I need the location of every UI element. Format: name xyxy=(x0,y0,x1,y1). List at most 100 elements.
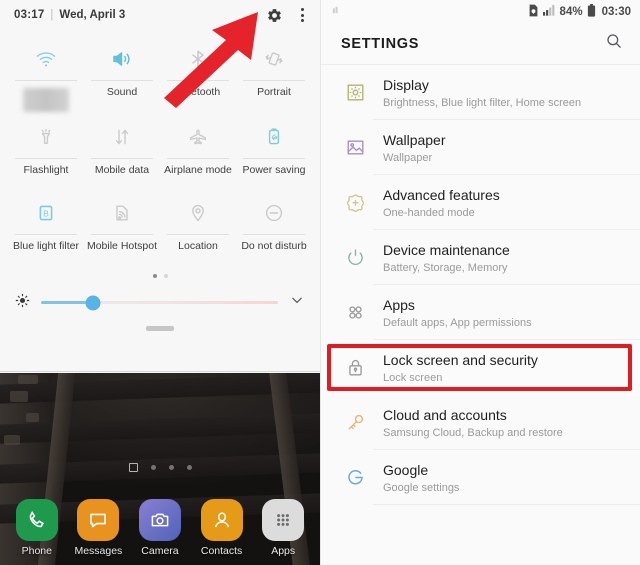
tile-row-1: Sound Bluetooth Portrait xyxy=(8,34,312,112)
tile-bluetooth[interactable]: Bluetooth xyxy=(160,34,236,112)
home-page-dot[interactable] xyxy=(150,465,156,470)
do-not-disturb-icon xyxy=(262,196,286,230)
list-divider xyxy=(373,504,640,505)
tile-divider xyxy=(243,234,305,235)
settings-item-google[interactable]: Google Google settings xyxy=(321,450,640,505)
tile-blue-light-filter[interactable]: B Blue light filter xyxy=(8,188,84,264)
mobile-data-icon xyxy=(110,120,134,154)
settings-item-cloud-and-accounts[interactable]: Cloud and accounts Samsung Cloud, Backup… xyxy=(321,395,640,450)
settings-item-subtitle: Google settings xyxy=(383,481,460,494)
lock-icon xyxy=(335,356,375,379)
settings-screen: 84% 03:30 SETTINGS Display Brightness, B… xyxy=(320,0,640,565)
tile-divider xyxy=(91,80,153,81)
tile-label-flashlight: Flashlight xyxy=(23,164,69,176)
tile-label-blue-light-filter: Blue light filter xyxy=(13,240,79,252)
screen-rotation-icon xyxy=(262,42,286,76)
settings-item-title: Lock screen and security xyxy=(383,351,538,368)
tile-location[interactable]: Location xyxy=(160,188,236,264)
settings-item-display[interactable]: Display Brightness, Blue light filter, H… xyxy=(321,65,640,120)
dock-app-contacts[interactable]: Contacts xyxy=(194,499,250,557)
tile-label-power-saving: Power saving xyxy=(242,164,306,176)
quick-settings-tile-grid: Sound Bluetooth Portrait Flashlight Mobi… xyxy=(0,30,320,278)
dock-label-phone: Phone xyxy=(21,545,52,557)
gear-icon[interactable] xyxy=(266,7,283,24)
sim-card-icon xyxy=(528,4,539,20)
brightness-slider[interactable] xyxy=(41,295,278,310)
wallpaper-icon xyxy=(335,136,375,159)
dock-app-apps[interactable]: Apps xyxy=(255,499,311,557)
location-pin-icon xyxy=(186,196,210,230)
tile-airplane-mode[interactable]: Airplane mode xyxy=(160,112,236,188)
home-page-dot[interactable] xyxy=(168,465,174,470)
home-page-dot[interactable] xyxy=(186,465,192,470)
home-page-icon[interactable] xyxy=(128,463,138,472)
home-page-indicator xyxy=(0,463,320,472)
kebab-menu-icon[interactable] xyxy=(297,6,308,24)
key-icon xyxy=(335,411,375,434)
dock-label-contacts: Contacts xyxy=(200,545,243,557)
wallpaper-gravel xyxy=(10,391,28,402)
camera-icon xyxy=(138,499,181,541)
svg-text:B: B xyxy=(43,208,49,218)
page-dot-2 xyxy=(163,274,168,278)
settings-item-apps[interactable]: Apps Default apps, App permissions xyxy=(321,285,640,340)
tile-divider xyxy=(15,158,77,159)
brightness-slider-thumb[interactable] xyxy=(85,295,101,310)
bluetooth-icon xyxy=(186,42,210,76)
tile-label-portrait: Portrait xyxy=(257,86,291,98)
quick-panel-date: Wed, April 3 xyxy=(59,9,126,21)
tile-divider xyxy=(167,80,229,81)
tile-label-bluetooth: Bluetooth xyxy=(175,86,221,98)
settings-item-title: Apps xyxy=(383,296,415,313)
tile-divider xyxy=(243,80,305,81)
tile-row-2: Flashlight Mobile data Airplane mode Pow… xyxy=(8,112,312,188)
apps-icon xyxy=(335,301,375,324)
tile-mobile-hotspot[interactable]: Mobile Hotspot xyxy=(84,188,160,264)
quick-panel-clock: 03:17 xyxy=(14,9,45,21)
tile-label-mobile-hotspot: Mobile Hotspot xyxy=(86,240,158,252)
tile-mobile-data[interactable]: Mobile data xyxy=(84,112,160,188)
settings-item-subtitle: Samsung Cloud, Backup and restore xyxy=(383,426,563,439)
chevron-down-icon[interactable] xyxy=(288,291,306,314)
signal-bars-icon xyxy=(542,4,556,19)
tile-divider xyxy=(91,234,153,235)
dock-app-phone[interactable]: Phone xyxy=(9,499,65,557)
settings-item-title: Cloud and accounts xyxy=(383,406,507,423)
quick-panel-separator: | xyxy=(50,9,54,21)
tile-power-saving[interactable]: Power saving xyxy=(236,112,312,188)
settings-item-subtitle: One-handed mode xyxy=(383,206,475,219)
quick-panel-status-bar: 03:17 | Wed, April 3 xyxy=(0,0,320,30)
power-saving-icon xyxy=(262,120,286,154)
device-maintenance-icon xyxy=(335,246,375,269)
tile-divider xyxy=(15,80,77,81)
notification-icon xyxy=(331,5,342,19)
tile-flashlight[interactable]: Flashlight xyxy=(8,112,84,188)
settings-item-wallpaper[interactable]: Wallpaper Wallpaper xyxy=(321,120,640,175)
tile-divider xyxy=(167,158,229,159)
tile-wifi[interactable] xyxy=(8,34,84,112)
quick-panel-bottom-edge xyxy=(0,371,320,372)
battery-icon xyxy=(587,3,596,20)
dock-label-messages: Messages xyxy=(74,545,123,557)
search-icon[interactable] xyxy=(604,31,624,56)
dock-app-messages[interactable]: Messages xyxy=(70,499,126,557)
settings-status-bar: 84% 03:30 xyxy=(321,0,640,23)
tile-sound[interactable]: Sound xyxy=(84,34,160,112)
dock-app-camera[interactable]: Camera xyxy=(132,499,188,557)
phone-icon xyxy=(15,499,58,541)
tile-portrait[interactable]: Portrait xyxy=(236,34,312,112)
brightness-slider-row xyxy=(0,278,320,314)
google-icon xyxy=(335,466,375,489)
settings-item-device-maintenance[interactable]: Device maintenance Battery, Storage, Mem… xyxy=(321,230,640,285)
settings-status-clock: 03:30 xyxy=(601,5,631,18)
dock-label-apps: Apps xyxy=(271,545,296,557)
wallpaper-gravel xyxy=(4,435,20,445)
tile-divider xyxy=(243,158,305,159)
apps-grid-icon xyxy=(262,499,305,541)
wallpaper-gravel xyxy=(26,413,39,422)
settings-item-advanced-features[interactable]: Advanced features One-handed mode xyxy=(321,175,640,230)
settings-item-lock-screen-and-security[interactable]: Lock screen and security Lock screen xyxy=(321,340,640,395)
tile-do-not-disturb[interactable]: Do not disturb xyxy=(236,188,312,264)
tile-label-do-not-disturb: Do not disturb xyxy=(241,240,307,252)
panel-drag-handle[interactable] xyxy=(146,326,174,331)
